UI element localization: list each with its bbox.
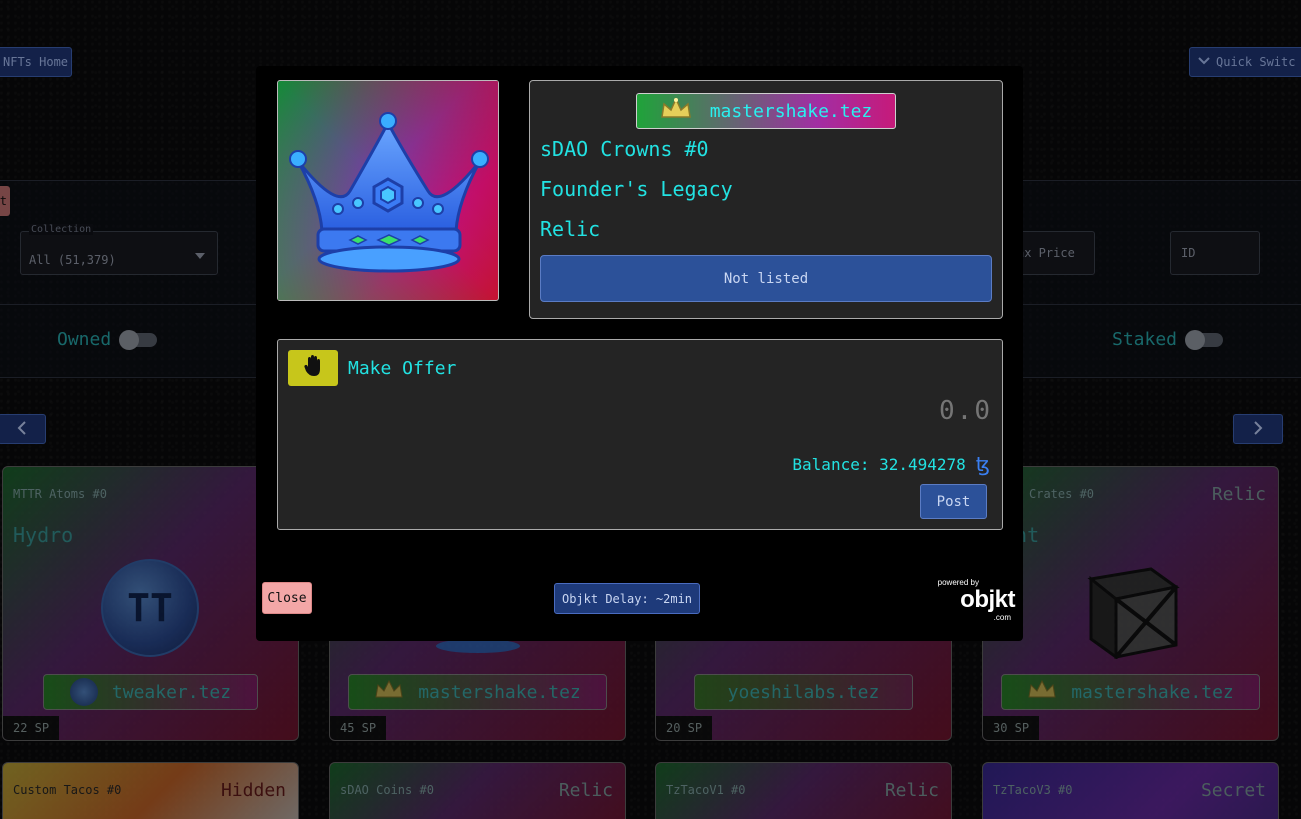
hand-stop-icon bbox=[304, 355, 322, 381]
crown-image bbox=[289, 112, 489, 273]
listing-status-label: Not listed bbox=[723, 270, 809, 287]
delay-label: Objkt Delay: ~2min bbox=[561, 591, 693, 606]
objkt-brand: objkt bbox=[960, 586, 1015, 613]
objkt-logo[interactable]: powered by objkt .com bbox=[935, 576, 1016, 622]
post-label: Post bbox=[936, 493, 971, 510]
owner-label: mastershake.tez bbox=[709, 100, 873, 122]
close-label: Close bbox=[267, 590, 307, 606]
nft-detail-modal: mastershake.tez sDAO Crowns #0 Founder's… bbox=[256, 66, 1023, 641]
close-button[interactable]: Close bbox=[262, 582, 312, 614]
nft-title: sDAO Crowns #0 bbox=[540, 137, 709, 161]
listing-status-button[interactable]: Not listed bbox=[540, 255, 992, 302]
nft-rarity: Relic bbox=[540, 217, 601, 241]
powered-by-label: powered by bbox=[937, 578, 979, 587]
make-offer-panel: Make Offer Balance: 32.494278 ꜩ Post bbox=[277, 339, 1003, 530]
hand-stop-button[interactable] bbox=[288, 350, 338, 386]
owner-badge[interactable]: mastershake.tez bbox=[636, 93, 896, 129]
balance-label: Balance: 32.494278 bbox=[792, 454, 966, 474]
nft-attribute: Founder's Legacy bbox=[540, 177, 733, 201]
make-offer-title: Make Offer bbox=[348, 358, 457, 379]
objkt-delay-button[interactable]: Objkt Delay: ~2min bbox=[554, 583, 700, 614]
objkt-suffix: .com bbox=[993, 613, 1011, 622]
tezos-icon: ꜩ bbox=[975, 452, 990, 476]
nft-info-panel: mastershake.tez sDAO Crowns #0 Founder's… bbox=[529, 80, 1003, 319]
nft-image bbox=[277, 80, 499, 301]
post-offer-button[interactable]: Post bbox=[920, 484, 987, 519]
offer-price-input[interactable] bbox=[792, 396, 992, 426]
crown-icon bbox=[660, 96, 692, 126]
balance-display: Balance: 32.494278 ꜩ bbox=[792, 452, 990, 476]
